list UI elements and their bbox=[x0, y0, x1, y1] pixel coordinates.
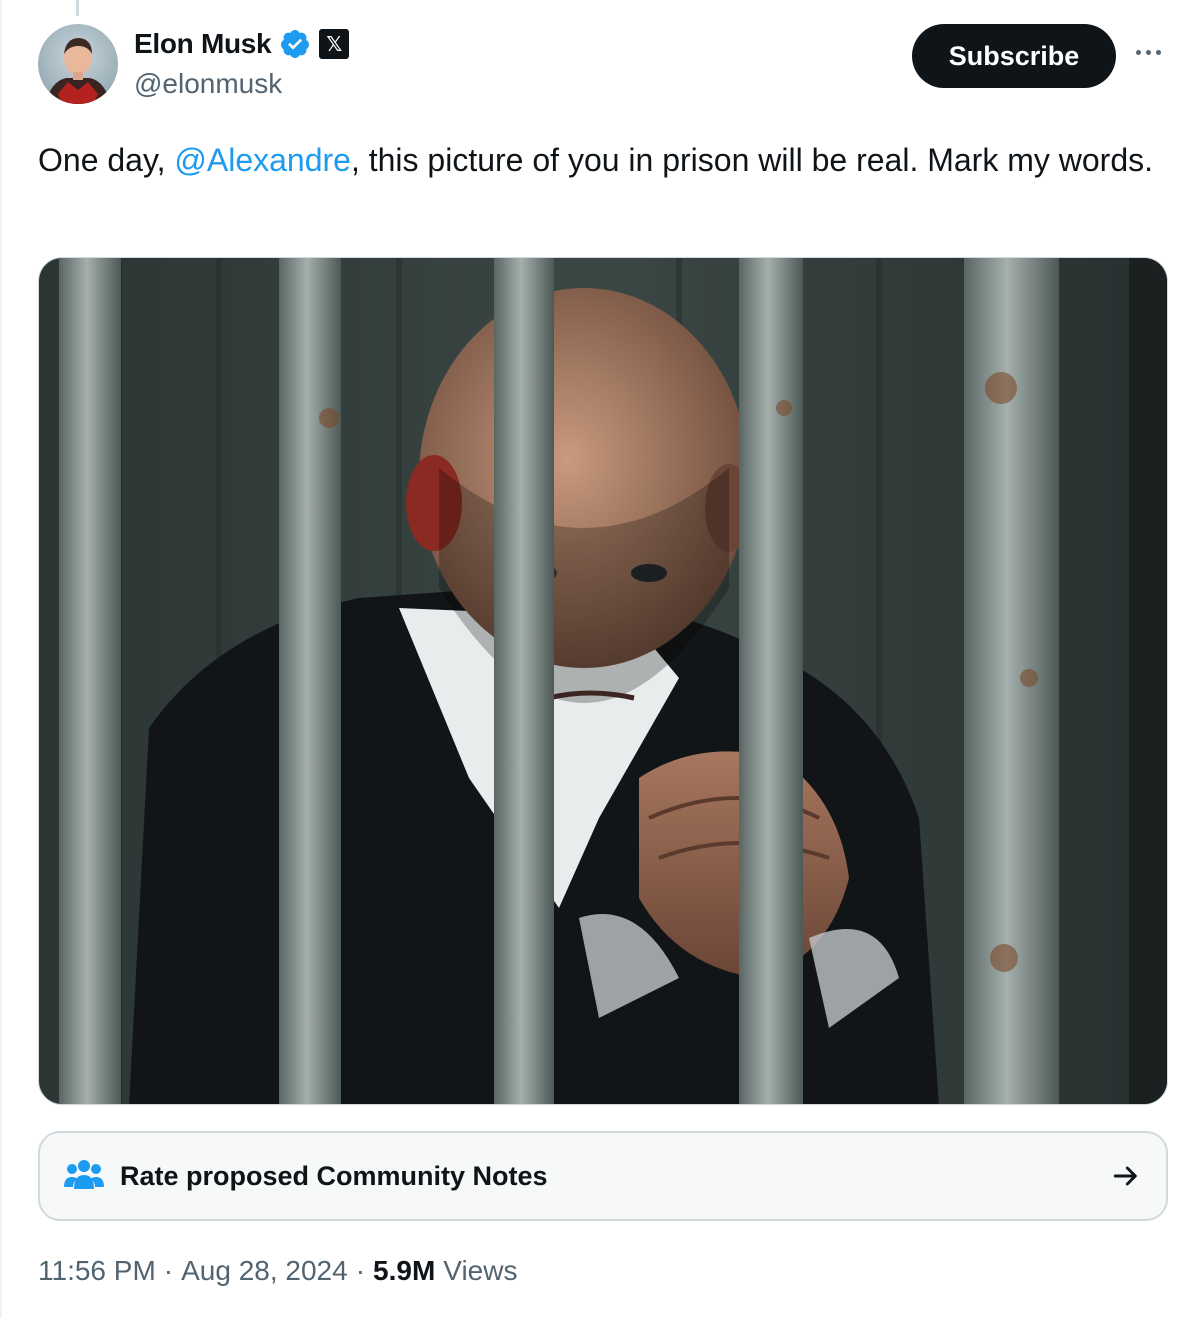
avatar[interactable] bbox=[38, 24, 118, 104]
tweet-text-before: One day, bbox=[38, 142, 175, 178]
tweet-header: Elon Musk 𝕏 @elonmusk Subscribe bbox=[38, 24, 1168, 106]
more-dot bbox=[1155, 49, 1161, 55]
tweet-time[interactable]: 11:56 PM bbox=[38, 1255, 156, 1287]
mention-link[interactable]: @Alexandre bbox=[174, 142, 351, 178]
meta-separator: · bbox=[163, 1255, 174, 1286]
community-notes-label: Rate proposed Community Notes bbox=[120, 1160, 548, 1191]
tweet-date[interactable]: Aug 28, 2024 bbox=[181, 1255, 348, 1287]
more-dot bbox=[1145, 49, 1151, 55]
author-name[interactable]: Elon Musk bbox=[134, 28, 272, 60]
more-horizontal-icon[interactable] bbox=[1128, 32, 1168, 72]
views-label: Views bbox=[443, 1255, 518, 1286]
community-notes-card[interactable]: Rate proposed Community Notes bbox=[38, 1131, 1168, 1221]
thread-connector bbox=[76, 0, 79, 16]
tweet-text: One day, @Alexandre, this picture of you… bbox=[38, 138, 1158, 182]
timeline-border bbox=[0, 0, 2, 1318]
tweet-media-image[interactable] bbox=[38, 257, 1168, 1105]
meta-separator: · bbox=[355, 1255, 366, 1286]
arrow-right-icon bbox=[1113, 1166, 1137, 1186]
tweet-meta: 11:56 PM · Aug 28, 2024 · 5.9M Views bbox=[38, 1255, 517, 1287]
x-logo-icon[interactable]: 𝕏 bbox=[319, 29, 350, 59]
author-name-row: Elon Musk 𝕏 bbox=[134, 28, 350, 60]
people-icon bbox=[64, 1160, 104, 1189]
views-count[interactable]: 5.9M bbox=[373, 1255, 435, 1287]
author-handle[interactable]: @elonmusk bbox=[134, 68, 282, 100]
more-dot bbox=[1135, 49, 1141, 55]
tweet-text-after: , this picture of you in prison will be … bbox=[350, 142, 1154, 178]
verified-badge-icon[interactable] bbox=[279, 28, 311, 60]
subscribe-button[interactable]: Subscribe bbox=[912, 24, 1116, 88]
